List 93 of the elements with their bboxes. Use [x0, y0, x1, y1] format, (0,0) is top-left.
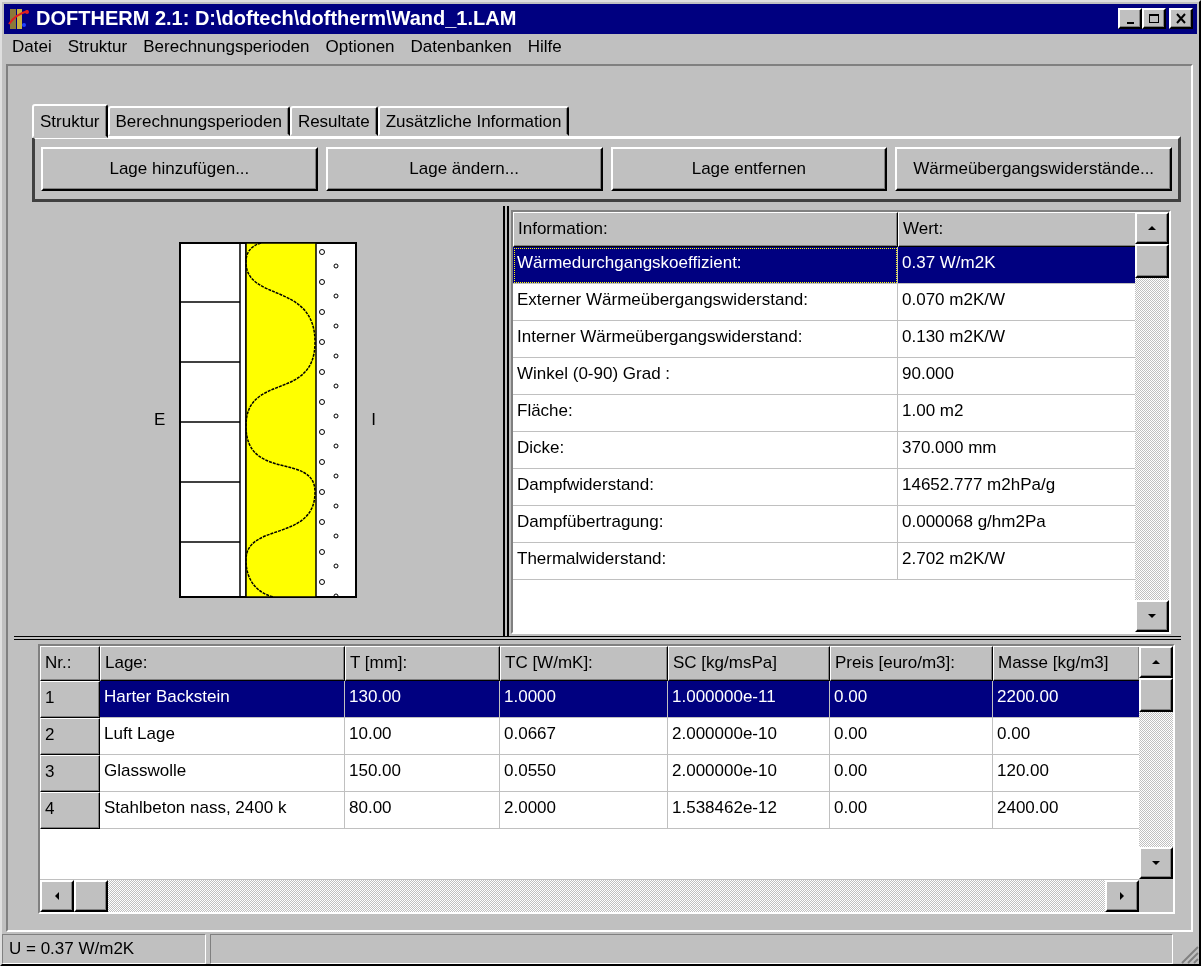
table-cell: 2.000000e-10 [668, 717, 830, 755]
table-row[interactable]: 1 Harter Backstein 130.00 1.0000 1.000000e-11 0.00 2200.00 [40, 680, 1139, 718]
table-row[interactable]: Fläche: 1.00 m2 [513, 394, 1135, 432]
table-cell: 10.00 [345, 717, 500, 755]
tab[interactable]: Zusätzliche Information [377, 105, 570, 136]
column-header[interactable]: Preis [euro/m3]: [830, 645, 993, 681]
table-cell: 1.0000 [500, 680, 668, 718]
column-header[interactable]: Nr.: [40, 645, 100, 681]
minimize-button[interactable] [1118, 8, 1142, 30]
toolbar-button[interactable]: Lage ändern... [325, 146, 603, 191]
tab[interactable]: Berechnungsperioden [107, 105, 290, 136]
toolbar-button[interactable]: Wärmeübergangswiderstände... [895, 146, 1172, 191]
scroll-thumb[interactable] [1135, 243, 1169, 278]
table-cell: 0.00 [830, 754, 993, 792]
scroll-thumb[interactable] [1139, 677, 1173, 712]
column-header[interactable]: Wert: [898, 211, 1135, 247]
scroll-right-button[interactable] [1105, 879, 1139, 912]
table-cell: Fläche: [513, 394, 898, 432]
table-cell: 1.000000e-11 [668, 680, 830, 718]
close-icon [1175, 13, 1187, 25]
window-title: DOFTHERM 2.1: D:\doftech\doftherm\Wand_1.LAM [36, 7, 518, 31]
table-cell: Harter Backstein [100, 680, 345, 718]
menu-item[interactable]: Struktur [59, 36, 136, 57]
table-cell: Dampfübertragung: [513, 505, 898, 543]
table-row[interactable]: Dicke: 370.000 mm [513, 431, 1135, 469]
table-row[interactable]: Externer Wärmeübergangswiderstand: 0.070 m2K/W [513, 283, 1135, 321]
table-cell: Stahlbeton nass, 2400 k [100, 791, 345, 829]
table-row[interactable]: 4 Stahlbeton nass, 2400 k 80.00 2.0000 1.538462e-12 0.00 2400.00 [40, 791, 1139, 829]
table-row[interactable]: 2 Luft Lage 10.00 0.0667 2.000000e-10 0.00 0.00 [40, 717, 1139, 755]
row-header: 2 [40, 717, 100, 755]
menu-item[interactable]: Optionen [317, 36, 403, 57]
table-row[interactable]: Winkel (0-90) Grad : 90.000 [513, 357, 1135, 395]
tab[interactable]: Resultate [289, 105, 378, 136]
column-header[interactable]: Masse [kg/m3] [993, 645, 1139, 681]
table-cell: Glasswolle [100, 754, 345, 792]
status-text: U = 0.37 W/m2K [2, 934, 206, 964]
table-cell: 0.00 [830, 680, 993, 718]
vertical-scrollbar[interactable] [1139, 645, 1173, 879]
table-cell: Dampfwiderstand: [513, 468, 898, 506]
menu-item[interactable]: Hilfe [519, 36, 570, 57]
table-row[interactable]: Thermalwiderstand: 2.702 m2K/W [513, 542, 1135, 580]
triangle-icon [1117, 890, 1127, 901]
table-cell: Luft Lage [100, 717, 345, 755]
table-cell: Externer Wärmeübergangswiderstand: [513, 283, 898, 321]
table-cell: 0.0550 [500, 754, 668, 792]
horizontal-scrollbar[interactable] [40, 879, 1139, 912]
interior-label: I [371, 409, 377, 430]
table-cell: Interner Wärmeübergangswiderstand: [513, 320, 898, 358]
column-header[interactable]: TC [W/mK]: [500, 645, 668, 681]
menu-item[interactable]: Berechnungsperioden [135, 36, 318, 57]
table-cell: 2.0000 [500, 791, 668, 829]
toolbar-button[interactable]: Lage entfernen [610, 146, 888, 191]
table-cell: Wärmedurchgangskoeffizient: [513, 246, 898, 284]
tab[interactable]: Struktur [32, 103, 108, 138]
menu-item[interactable]: Datei [4, 36, 60, 57]
table-cell: Winkel (0-90) Grad : [513, 357, 898, 395]
table-row[interactable]: Dampfübertragung: 0.000068 g/hm2Pa [513, 505, 1135, 543]
row-header: 3 [40, 754, 100, 792]
close-button[interactable] [1169, 8, 1193, 30]
table-cell: 130.00 [345, 680, 500, 718]
table-cell: 150.00 [345, 754, 500, 792]
scroll-up-button[interactable] [1139, 645, 1173, 678]
exterior-label: E [154, 409, 166, 430]
table-cell: 0.00 [830, 717, 993, 755]
table-cell: Thermalwiderstand: [513, 542, 898, 580]
maximize-icon [1148, 13, 1160, 25]
table-cell: Dicke: [513, 431, 898, 469]
table-cell: 0.00 [830, 791, 993, 829]
menu-item[interactable]: Datenbanken [402, 36, 520, 57]
table-row[interactable]: Wärmedurchgangskoeffizient: 0.37 W/m2K [513, 246, 1135, 284]
column-header[interactable]: Lage: [100, 645, 345, 681]
row-header: 1 [40, 680, 100, 718]
scroll-thumb[interactable] [74, 879, 108, 912]
table-cell: 1.538462e-12 [668, 791, 830, 829]
column-header[interactable]: SC [kg/msPa] [668, 645, 830, 681]
column-header[interactable]: T [mm]: [345, 645, 500, 681]
scroll-down-button[interactable] [1135, 599, 1169, 632]
scroll-left-button[interactable] [40, 879, 74, 912]
table-cell: 80.00 [345, 791, 500, 829]
app-icon [8, 7, 30, 30]
table-row[interactable]: Dampfwiderstand: 14652.777 m2hPa/g [513, 468, 1135, 506]
minimize-icon [1126, 21, 1134, 24]
row-header: 4 [40, 791, 100, 829]
table-cell: 2.000000e-10 [668, 754, 830, 792]
toolbar-button[interactable]: Lage hinzufügen... [41, 146, 318, 191]
scroll-down-button[interactable] [1139, 846, 1173, 879]
vertical-scrollbar[interactable] [1135, 211, 1169, 632]
scroll-up-button[interactable] [1135, 211, 1169, 244]
maximize-button[interactable] [1142, 8, 1166, 30]
column-header[interactable]: Information: [513, 211, 898, 247]
table-row[interactable]: 3 Glasswolle 150.00 0.0550 2.000000e-10 0.00 120.00 [40, 754, 1139, 792]
table-row[interactable]: Interner Wärmeübergangswiderstand: 0.130 m2K/W [513, 320, 1135, 358]
table-cell: 0.0667 [500, 717, 668, 755]
